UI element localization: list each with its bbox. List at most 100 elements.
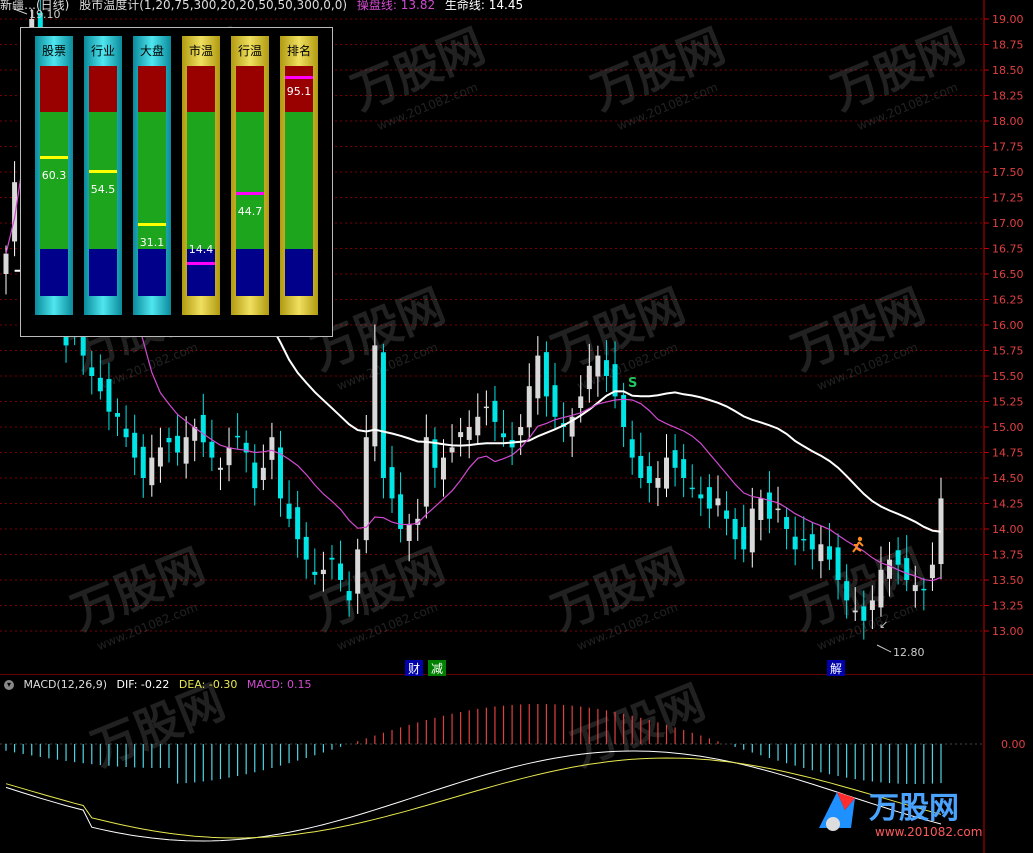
gauge-label: 行业 [90, 44, 115, 58]
candle-body [175, 435, 181, 453]
chart-title: 新疆…(日线) [0, 0, 70, 12]
price-tick-label: 17.00 [992, 217, 1024, 230]
candle-body [3, 253, 9, 274]
candle-body [646, 466, 652, 484]
candle-body [423, 437, 429, 507]
price-tick-label: 13.25 [992, 600, 1024, 613]
candle-body [338, 563, 344, 580]
candle-body [183, 437, 189, 464]
candle-body [260, 467, 266, 480]
candle-body [861, 606, 867, 621]
brand-logo-text: 万股网 [869, 791, 959, 826]
candle-body [844, 581, 850, 601]
price-tick-label: 14.25 [992, 498, 1024, 511]
candle-body [724, 510, 730, 519]
gauge-label: 股票 [41, 44, 66, 58]
event-tag-finance[interactable]: 财 [405, 660, 424, 677]
candle-body [320, 569, 326, 575]
candle-body [149, 457, 155, 486]
candle-body [732, 518, 738, 540]
event-tag-reduce[interactable]: 减 [428, 660, 447, 677]
chart-header: 新疆…(日线) 股市温度计(1,20,75,300,20,20,50,50,30… [0, 0, 529, 12]
macd-chart[interactable]: 万股网 万股网 0.00 万股网 www.201082.com [0, 676, 1033, 853]
candle-body [509, 440, 515, 448]
candle-body [380, 352, 386, 478]
chevron-down-icon[interactable]: ▾ [4, 680, 14, 690]
candle-body [458, 432, 464, 438]
candle-body [132, 432, 138, 458]
candle-body [869, 600, 875, 610]
gauge-segment [40, 66, 68, 112]
candle-body [775, 508, 781, 511]
macd-title: MACD(12,26,9) [23, 678, 108, 691]
candle-body [106, 379, 112, 412]
candle-body [586, 365, 592, 390]
candle-body [157, 447, 163, 467]
candle-body [440, 457, 446, 480]
sell-signal: S [628, 376, 637, 391]
gauge-segment [236, 112, 264, 249]
price-tick-label: 17.75 [992, 141, 1024, 154]
gauge-3: 市温 14.4 [182, 36, 220, 315]
gauge-bar: 14.4 [187, 66, 215, 296]
event-tag-unlock[interactable]: 解 [827, 660, 846, 677]
candle-body [595, 355, 601, 377]
candle-body [741, 527, 747, 550]
price-tick-label: 15.00 [992, 421, 1024, 434]
gauge-bar: 54.5 [89, 66, 117, 296]
gauge-5: 排名 95.1 [280, 36, 318, 315]
macd-header: ▾ MACD(12,26,9) DIF: -0.22 DEA: -0.30 MA… [4, 678, 318, 691]
gauge-segment [138, 66, 166, 112]
candle-body [526, 386, 532, 428]
candle-body [518, 427, 524, 436]
candle-body [543, 352, 549, 397]
gauge-segment [187, 112, 215, 249]
price-tick-label: 17.50 [992, 166, 1024, 179]
candle-body [766, 492, 772, 519]
gauge-value: 44.7 [237, 205, 263, 219]
gauge-segment [138, 112, 166, 249]
macd-zero-label: 0.00 [1001, 738, 1026, 751]
gauge-bar: 95.1 [285, 66, 313, 296]
trade-line-label: 操盘线: 13.82 [356, 0, 436, 12]
candle-body [681, 459, 687, 478]
candle-body [852, 610, 858, 613]
gauge-value: 60.3 [41, 169, 67, 183]
gauge-segment [285, 249, 313, 296]
price-tick-label: 19.00 [992, 13, 1024, 26]
gauge-segment [89, 249, 117, 296]
gauge-segment [89, 66, 117, 112]
candle-body [389, 467, 395, 499]
candle-body [715, 498, 721, 506]
macd-value: MACD: 0.15 [246, 678, 312, 691]
candle-body [698, 494, 704, 499]
price-tick-label: 15.75 [992, 345, 1024, 358]
gauge-label: 行温 [237, 44, 262, 58]
market-thermometer-panel: 股票 60.3 行业 54.5 大盘 31.1 市温 14.4 行温 44.7 排名 95.1 [20, 27, 333, 337]
gauge-value: 31.1 [139, 236, 165, 250]
candle-body [784, 517, 790, 529]
gauge-segment [236, 249, 264, 296]
candle-body [921, 588, 927, 591]
candle-body [603, 360, 609, 376]
candle-body [449, 447, 455, 453]
candle-body [792, 536, 798, 550]
candle-body [295, 507, 301, 540]
candle-body [346, 590, 352, 601]
gauge-value: 54.5 [90, 182, 116, 196]
candle-body [115, 413, 121, 417]
macd-dif: DIF: -0.22 [116, 678, 170, 691]
gauge-segment [138, 249, 166, 296]
price-tick-label: 13.50 [992, 574, 1024, 587]
gauge-bar: 31.1 [138, 66, 166, 296]
candle-body [878, 569, 884, 608]
price-tick-label: 18.25 [992, 90, 1024, 103]
gauge-level-marker [285, 76, 313, 80]
candle-body [887, 559, 893, 579]
gauge-4: 行温 44.7 [231, 36, 269, 315]
candle-body [200, 414, 206, 443]
candle-body [895, 550, 901, 565]
candle-body [252, 462, 258, 489]
candle-body [303, 536, 309, 560]
life-line-label: 生命线: 14.45 [444, 0, 524, 12]
